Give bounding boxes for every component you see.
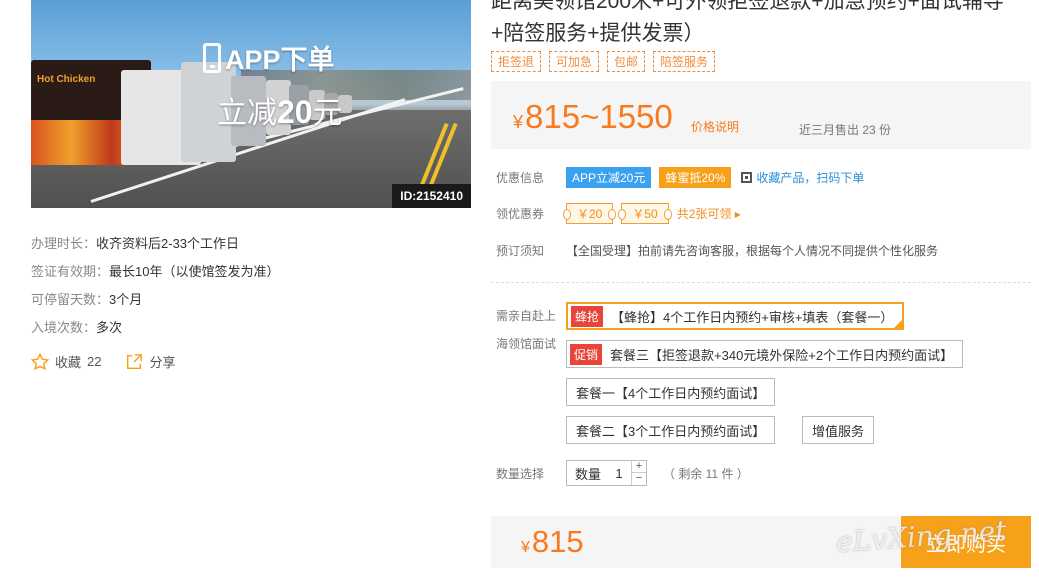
share-icon bbox=[127, 353, 143, 369]
share-button[interactable]: 分享 bbox=[125, 352, 176, 371]
product-title: 距离美领馆200米+可外领拒签退款+加急预约+面试辅导 +陪签服务+提供发票） bbox=[491, 0, 1004, 45]
coupon-20[interactable]: ￥20 bbox=[562, 203, 617, 224]
quantity-input[interactable]: 1 bbox=[607, 466, 631, 481]
booking-notice-row: 预订须知 【全国受理】拍前请先咨询客服，根据每个人情况不同提供个性化服务 bbox=[496, 244, 939, 258]
quantity-decrease-button[interactable]: − bbox=[632, 473, 646, 485]
app-discount-chip: APP立减20元 bbox=[566, 167, 652, 188]
promotion-badge: 促销 bbox=[570, 343, 603, 365]
option-label: 需亲自赴上 bbox=[496, 309, 557, 323]
divider bbox=[491, 282, 1031, 283]
total-price: ¥815 bbox=[521, 524, 584, 559]
promo-row: 优惠信息 APP立减20元 蜂蜜抵20% 收藏产品，扫码下单 bbox=[496, 167, 864, 188]
checkout-bar: ¥815 立即购买 bbox=[491, 516, 1031, 568]
app-order-badge: APP下单 bbox=[203, 38, 335, 77]
price-note-link[interactable]: 价格说明 bbox=[691, 118, 739, 135]
quantity-label: 数量选择 bbox=[496, 467, 545, 481]
detail-row: 签证有效期：最长10年（以使馆签发为准） bbox=[31, 264, 280, 279]
coupon-50[interactable]: ￥50 bbox=[618, 203, 673, 224]
quantity-selector: 数量 1 + − （ 剩余 11 件 ） bbox=[566, 460, 749, 486]
option-package-two[interactable]: 套餐二【3个工作日内预约面试】 bbox=[566, 416, 776, 444]
star-icon bbox=[31, 352, 49, 370]
service-tag: 陪签服务 bbox=[653, 51, 716, 72]
service-tag: 可加急 bbox=[549, 51, 600, 72]
product-id-tag: ID:2152410 bbox=[392, 184, 471, 208]
quantity-stepper: 数量 1 + − bbox=[566, 460, 648, 486]
favorite-button[interactable]: 收藏 22 bbox=[31, 352, 101, 371]
option-package-three[interactable]: 促销 套餐三【拒签退款+340元境外保险+2个工作日内预约面试】 bbox=[566, 340, 964, 368]
qr-code-icon bbox=[741, 172, 753, 183]
price-box: ¥815~1550 价格说明 近三月售出 23 份 bbox=[491, 81, 1031, 149]
more-coupons-link[interactable]: 共2张可领 ▸ bbox=[677, 205, 741, 222]
detail-row: 入境次数：多次 bbox=[31, 320, 123, 335]
service-tag: 包邮 bbox=[607, 51, 646, 72]
detail-row: 办理时长：收齐资料后2-33个工作日 bbox=[31, 236, 240, 251]
option-package-flash[interactable]: 蜂抢 【蜂抢】4个工作日内预约+审核+填表（套餐一） bbox=[566, 302, 905, 330]
service-tags: 拒签退 可加急 包邮 陪签服务 bbox=[491, 51, 716, 72]
product-details: 办理时长：收齐资料后2-33个工作日 签证有效期：最长10年（以使馆签发为准） … bbox=[31, 230, 279, 342]
buy-now-button[interactable]: 立即购买 bbox=[901, 516, 1031, 568]
coupon-row: 领优惠券 ￥20 ￥50 共2张可领 ▸ bbox=[496, 203, 741, 224]
app-discount-text: 立减20元 bbox=[217, 94, 343, 130]
remaining-stock: （ 剩余 11 件 ） bbox=[663, 466, 749, 481]
phone-icon bbox=[203, 42, 221, 73]
qr-order-link[interactable]: 收藏产品，扫码下单 bbox=[741, 169, 864, 186]
sold-count: 近三月售出 23 份 bbox=[799, 123, 892, 137]
service-tag: 拒签退 bbox=[491, 51, 542, 72]
flash-sale-badge: 蜂抢 bbox=[571, 305, 604, 327]
detail-row: 可停留天数：3个月 bbox=[31, 292, 143, 307]
option-package-one[interactable]: 套餐一【4个工作日内预约面试】 bbox=[566, 378, 776, 406]
option-value-added-service[interactable]: 增值服务 bbox=[802, 416, 875, 444]
option-label: 海领馆面试 bbox=[496, 337, 557, 351]
price-range: ¥815~1550 bbox=[513, 98, 673, 135]
selected-check-icon bbox=[893, 319, 904, 329]
truck-sign: Hot Chicken bbox=[37, 74, 96, 85]
product-image[interactable]: Hot Chicken APP下单 立减20元 ID:2152410 bbox=[31, 0, 471, 208]
product-actions: 收藏 22 分享 bbox=[31, 352, 176, 371]
honey-chip: 蜂蜜抵20% bbox=[659, 167, 732, 188]
